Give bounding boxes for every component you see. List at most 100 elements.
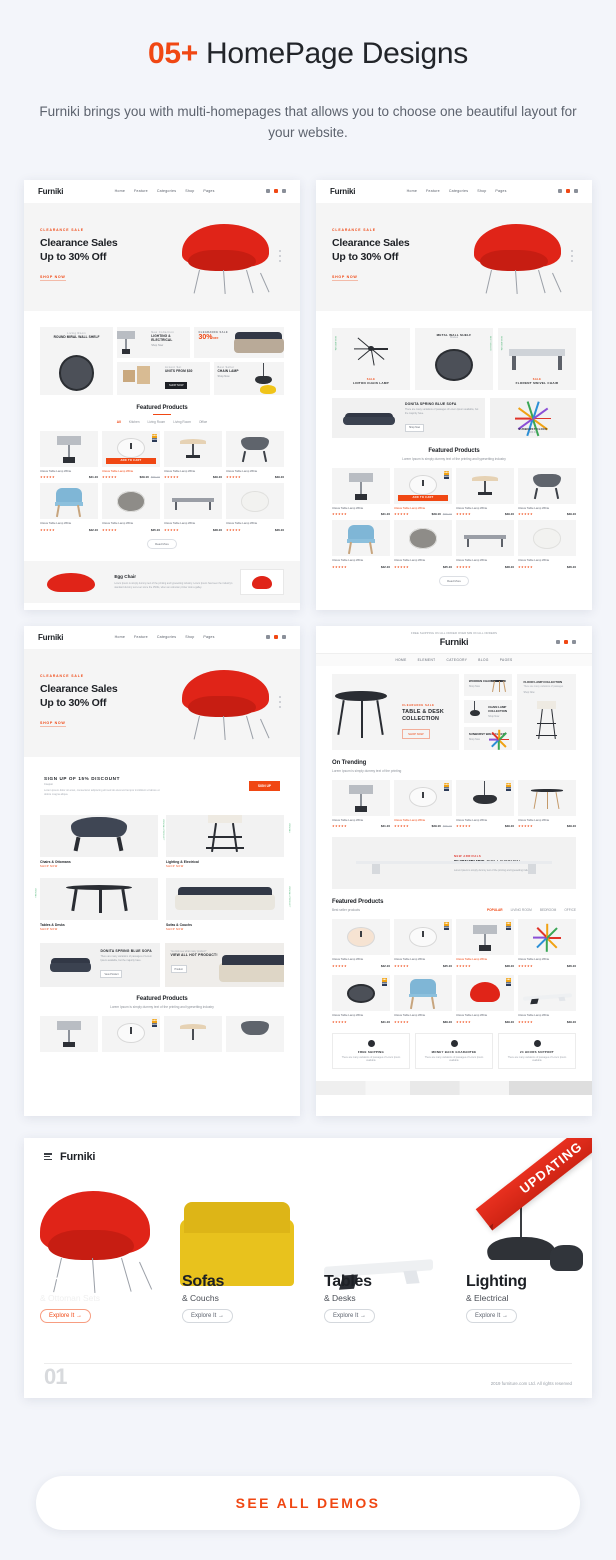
product-card[interactable]: SALE NEW <box>102 1015 160 1052</box>
promo-tile-chainlamp[interactable]: Best Seller CHAIN LAMP Shop Now <box>213 361 284 395</box>
category-tables[interactable]: VIEW ALL Tables & Desks SHOP NOW <box>34 877 158 931</box>
user-icon[interactable] <box>571 639 576 644</box>
read-more-button[interactable]: Read More <box>147 539 177 550</box>
hero-shop-button[interactable]: SHOP NOW <box>402 729 430 740</box>
product-card[interactable] <box>164 1015 222 1052</box>
demo2-nav[interactable]: Home Feature Categories Shop Pages <box>407 189 507 193</box>
product-card[interactable]: Uttous Table Lamp White ★★★★★ $42.10 <box>332 919 390 968</box>
hero-tile-floor-lamp[interactable]: FLOOR LAMP COLLECTION There are many var… <box>517 673 576 750</box>
product-card[interactable]: SALE NEW Uttous Table Lamp White ★★★★★ $49… <box>456 779 514 828</box>
search-icon[interactable] <box>265 635 270 640</box>
tab-living-room-2[interactable]: Living Room <box>173 420 191 424</box>
add-to-cart-button[interactable]: ADD TO CART <box>398 494 448 501</box>
nav-item-categories[interactable]: Categories <box>157 189 176 193</box>
banner-donita-sofa[interactable]: DONITA SPRING BLUE SOFA There are many v… <box>332 397 485 438</box>
nav-item-shop[interactable]: Shop <box>185 635 194 639</box>
promo-tile-lighting[interactable]: New Collection LIGHTING & ELECTRICAL Sho… <box>117 326 191 358</box>
nav-item-feature[interactable]: Feature <box>134 635 148 639</box>
demo4-header-icons[interactable] <box>508 639 576 644</box>
banner-button[interactable]: Product <box>170 965 187 974</box>
product-card[interactable]: Uttous Table Lamp White ★★★★★ $39.10 <box>394 975 452 1024</box>
nav-item-shop[interactable]: Shop <box>185 189 194 193</box>
nav-item-element[interactable]: ELEMENT <box>418 658 436 662</box>
user-icon[interactable] <box>573 189 578 194</box>
product-card[interactable]: Uttous Table Lamp White ★★★★★ $45.10 <box>394 520 452 569</box>
add-to-cart-button[interactable]: ADD TO CART <box>106 457 156 464</box>
tab-popular[interactable]: POPULAR <box>487 908 503 912</box>
product-card[interactable]: SALE NEW ADD TO CART Uttous Table Lamp Wh… <box>394 467 452 516</box>
demo3-nav[interactable]: Home Feature Categories Shop Pages <box>115 635 215 639</box>
product-card[interactable]: Uttous Table Lamp White ★★★★★ $48.10 <box>164 483 222 532</box>
tab-living-room[interactable]: LIVING ROOM <box>511 908 532 912</box>
tab-bedroom[interactable]: BEDROOM <box>540 908 556 912</box>
hero-table-collection[interactable]: CLEARANCE SALE TABLE & DESK COLLECTION S… <box>332 673 459 750</box>
product-card[interactable]: Uttous Table Lamp White ★★★★★ $46.10 <box>518 520 576 569</box>
signup-button[interactable]: SIGN UP <box>248 781 280 792</box>
product-card[interactable]: Uttous Table Lamp White ★★★★★ $41.10 <box>332 779 390 828</box>
category-chairs[interactable]: VIEW ALL PRODUCT Chairs & Ottomans SHOP … <box>40 814 164 868</box>
featured-tabs[interactable]: All Kitchen Living Room Living Room Offi… <box>40 420 284 424</box>
demo-card-5[interactable]: UPDATING Furniki Chairs & Ottoman Sets E… <box>24 1137 592 1398</box>
demo4-nav[interactable]: HOME ELEMENT CATEGORY BLOG PAGES <box>316 652 592 666</box>
category-explore-button[interactable]: Explore It → <box>466 1308 518 1323</box>
product-card[interactable]: Uttous Table Lamp White ★★★★★ $41.10 <box>40 430 98 479</box>
menu-icon[interactable] <box>44 1152 52 1162</box>
tab-all[interactable]: All <box>117 420 121 424</box>
banner-donita-sofa[interactable]: DONITA SPRING BLUE SOFA There are many v… <box>40 942 160 987</box>
product-card[interactable]: Uttous Table Lamp White ★★★★★ $42.10 <box>332 520 390 569</box>
search-icon[interactable] <box>265 189 270 194</box>
cart-icon[interactable] <box>273 189 278 194</box>
promo-tile-clearance[interactable]: CLEARANCE SALE 30%OFF <box>194 326 284 358</box>
product-card[interactable]: Uttous Table Lamp White ★★★★★ $49.10 <box>226 430 284 479</box>
tile-more-link[interactable]: Shop Now <box>151 344 186 347</box>
search-icon[interactable] <box>557 189 562 194</box>
product-card[interactable]: SAL NEW Uttous Table Lamp White ★★★★★ $48.… <box>456 919 514 968</box>
hero-shop-now-link[interactable]: SHOP NOW <box>40 721 66 728</box>
tile-shop-button[interactable]: SHOP NOW <box>165 381 188 389</box>
category-lighting[interactable]: VIEW ALL Lighting & Electrical SHOP NOW <box>166 814 290 868</box>
cart-icon[interactable] <box>563 639 568 644</box>
nav-item-feature[interactable]: Feature <box>134 189 148 193</box>
hero-shop-now-link[interactable]: SHOP NOW <box>40 275 66 282</box>
demo1-header-icons[interactable] <box>265 189 286 194</box>
nav-item-pages[interactable]: Pages <box>203 189 214 193</box>
product-card[interactable]: SAL NEW Uttous Table Lamp White ★★★★★ $41.… <box>332 975 390 1024</box>
banner-button[interactable]: Shop Now <box>404 423 424 432</box>
product-card[interactable]: Uttous Table Lamp White ★★★★★ $41.10 <box>332 467 390 516</box>
demo2-header-icons[interactable] <box>557 189 578 194</box>
see-all-demos-button[interactable]: SEE ALL DEMOS <box>36 1476 580 1530</box>
product-card[interactable]: SAL NEW Uttous Table Lamp White ★★★★★ $45.… <box>394 919 452 968</box>
product-card[interactable]: Uttous Table Lamp White ★★★★★ $49.10 <box>518 779 576 828</box>
tile-swivel-chair[interactable]: NEW ARRIVAL SALE FLORENT SWIVEL CHAIR <box>498 327 576 390</box>
product-card[interactable]: SAL NEW Uttous Table Lamp White ★★★★★ $49.… <box>456 975 514 1024</box>
demo3-header-icons[interactable] <box>265 635 286 640</box>
product-card[interactable]: SALE NEW ADD TO CART Uttous Table Lamp Wh… <box>102 430 160 479</box>
category-link[interactable]: SHOP NOW <box>166 928 284 931</box>
tile-wall-shelf[interactable]: METAL WALL SHELF Shelves BEST SELLER <box>415 327 493 390</box>
category-link[interactable]: SHOP NOW <box>40 865 158 868</box>
category-sofas[interactable]: Sofas & Couchs Explore It → <box>166 1177 308 1327</box>
banner-button[interactable]: View Product <box>100 970 123 979</box>
product-card[interactable]: Uttous Table Lamp White ★★★★★ $49.10 <box>518 975 576 1024</box>
category-link[interactable]: SHOP NOW <box>166 865 284 868</box>
tile-link[interactable]: Shop Now <box>488 715 507 718</box>
hero-slider-dots[interactable] <box>279 247 281 265</box>
demo-card-1[interactable]: Furniki Home Feature Categories Shop Pag… <box>24 179 300 610</box>
category-explore-button[interactable]: Explore It → <box>40 1308 92 1323</box>
product-card[interactable]: Uttous Table Lamp White ★★★★★ $49.10 <box>518 467 576 516</box>
read-more-button[interactable]: Read More <box>439 576 469 587</box>
promo-tile-units[interactable]: Accent Set UNITS FROM $30 SHOP NOW <box>117 361 210 395</box>
tab-living-room[interactable]: Living Room <box>148 420 166 424</box>
category-chairs[interactable]: Chairs & Ottoman Sets Explore It → <box>24 1177 166 1327</box>
search-icon[interactable] <box>555 639 560 644</box>
cart-icon[interactable] <box>273 635 278 640</box>
nav-item-pages[interactable]: Pages <box>203 635 214 639</box>
nav-item-category[interactable]: CATEGORY <box>447 658 468 662</box>
nav-item-pages[interactable]: PAGES <box>500 658 513 662</box>
demo-card-3[interactable]: Furniki Home Feature Categories Shop Pag… <box>24 625 300 1116</box>
tab-office[interactable]: OFFICE <box>564 908 576 912</box>
nav-item-home[interactable]: Home <box>115 635 125 639</box>
product-card[interactable] <box>40 1015 98 1052</box>
category-tables[interactable]: Tables & Desks Explore It → <box>308 1177 450 1327</box>
product-card[interactable] <box>226 1015 284 1052</box>
